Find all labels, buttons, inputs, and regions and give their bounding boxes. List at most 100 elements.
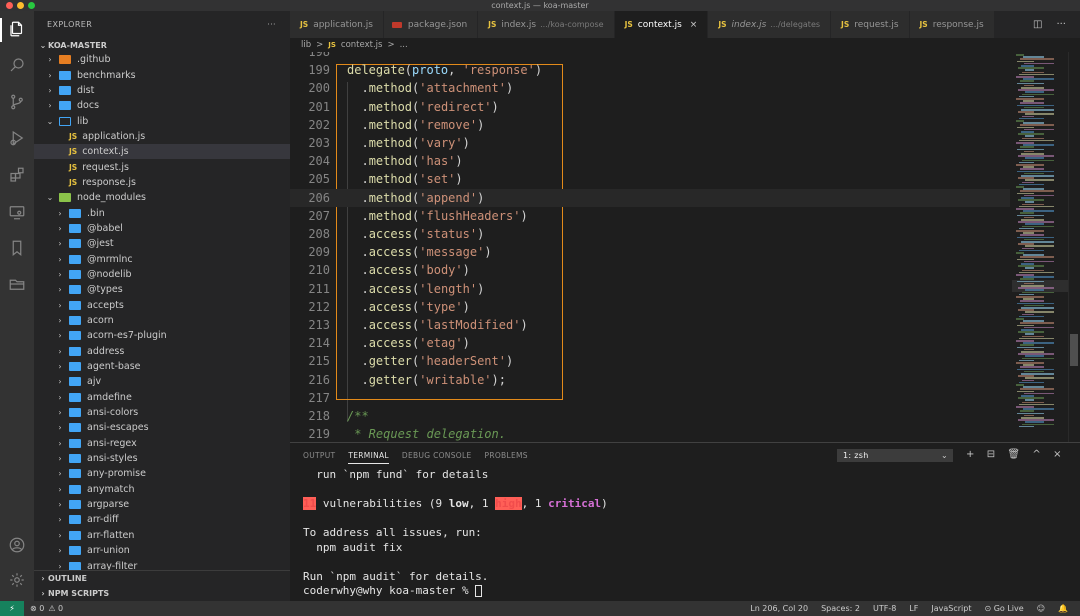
editor-tab[interactable]: JS context.js ×	[614, 11, 709, 38]
code-text: .getter('headerSent')	[347, 354, 513, 368]
scrollbar-thumb[interactable]	[1070, 334, 1078, 366]
tree-item[interactable]: › @jest	[34, 236, 290, 251]
settings-gear-icon[interactable]	[8, 571, 26, 589]
tree-item[interactable]: › .bin	[34, 205, 290, 220]
run-debug-icon[interactable]	[8, 129, 26, 147]
tree-item[interactable]: JS application.js	[34, 129, 290, 144]
tree-item[interactable]: › amdefine	[34, 390, 290, 405]
workspace-root[interactable]: ⌄ KOA-MASTER	[34, 38, 290, 52]
tree-item[interactable]: › ansi-escapes	[34, 420, 290, 435]
code-token: )	[505, 354, 514, 369]
line-number: 212	[308, 299, 330, 314]
remote-explorer-icon[interactable]	[8, 203, 26, 221]
breadcrumb-symbol[interactable]: ...	[400, 40, 408, 50]
editor-tab[interactable]: JS request.js	[831, 11, 910, 38]
code-token: .	[347, 136, 369, 151]
tree-item[interactable]: › benchmarks	[34, 67, 290, 82]
tree-item-label: context.js	[82, 146, 129, 158]
indentation[interactable]: Spaces: 2	[821, 604, 860, 613]
tree-item[interactable]: › ajv	[34, 374, 290, 389]
bookmark-icon[interactable]	[8, 239, 26, 257]
editor-tab[interactable]: JS application.js	[290, 11, 384, 38]
tree-item[interactable]: › address	[34, 344, 290, 359]
chevron-right-icon: ›	[48, 55, 52, 65]
tree-item[interactable]: › agent-base	[34, 359, 290, 374]
tree-item[interactable]: › argparse	[34, 497, 290, 512]
project-manager-icon[interactable]	[8, 275, 26, 293]
terminal-select[interactable]: 1: zsh ⌄	[837, 449, 953, 462]
close-panel-icon[interactable]: ×	[1053, 449, 1062, 460]
end-of-line[interactable]: LF	[909, 604, 918, 613]
kill-terminal-icon[interactable]: 🗑	[1007, 449, 1020, 460]
minimap[interactable]	[1012, 52, 1068, 442]
editor-tab[interactable]: package.json	[383, 11, 479, 38]
terminal-output[interactable]: run `npm fund` for details 11 vulnerabil…	[290, 468, 1080, 599]
tree-item[interactable]: › acorn	[34, 313, 290, 328]
remote-indicator[interactable]: ⚡	[0, 601, 24, 616]
editor-tab[interactable]: JS index.js .../koa-compose	[478, 11, 615, 38]
code-token: method	[368, 117, 413, 132]
tree-item-label: node_modules	[77, 192, 147, 204]
tree-item[interactable]: › arr-flatten	[34, 528, 290, 543]
outline-section[interactable]: › OUTLINE	[34, 571, 290, 586]
split-terminal-icon[interactable]: ⊟	[987, 449, 996, 460]
npm-scripts-section[interactable]: › NPM SCRIPTS	[34, 586, 290, 601]
search-icon[interactable]	[8, 56, 26, 74]
tree-item[interactable]: JS response.js	[34, 175, 290, 190]
tree-item[interactable]: › dist	[34, 83, 290, 98]
code-token: .	[347, 354, 369, 369]
tree-item[interactable]: › ansi-styles	[34, 451, 290, 466]
language-mode[interactable]: JavaScript	[931, 604, 971, 613]
panel-tab-debug-console[interactable]: DEBUG CONSOLE	[402, 451, 472, 460]
tree-item[interactable]: › docs	[34, 98, 290, 113]
tree-item[interactable]: › arr-diff	[34, 512, 290, 527]
source-control-icon[interactable]	[8, 93, 26, 111]
code-token: 'body'	[419, 263, 463, 278]
panel-tab-terminal[interactable]: TERMINAL	[348, 451, 389, 464]
code-token: access	[368, 263, 413, 278]
js-file-icon: JS	[328, 41, 336, 49]
breadcrumb-folder[interactable]: lib	[301, 40, 311, 50]
tree-item[interactable]: › acorn-es7-plugin	[34, 328, 290, 343]
editor-tab[interactable]: JS index.js .../delegates	[708, 11, 832, 38]
files-icon[interactable]	[8, 20, 26, 38]
cursor-position[interactable]: Ln 206, Col 20	[750, 604, 808, 613]
more-actions-icon[interactable]: ···	[267, 20, 276, 29]
tree-item[interactable]: JS request.js	[34, 159, 290, 174]
tree-item[interactable]: › @babel	[34, 221, 290, 236]
tree-item[interactable]: ⌄ node_modules	[34, 190, 290, 205]
code-token: 'length'	[419, 281, 478, 296]
more-actions-icon[interactable]: ···	[1056, 19, 1066, 30]
tree-item[interactable]: › @types	[34, 282, 290, 297]
panel-tab-output[interactable]: OUTPUT	[303, 451, 335, 460]
tree-item[interactable]: › @mrmlnc	[34, 251, 290, 266]
maximize-panel-icon[interactable]: ^	[1032, 449, 1041, 460]
extensions-icon[interactable]	[8, 166, 26, 184]
problems-indicator[interactable]: ⊗ 0 ⚠ 0	[30, 604, 63, 613]
tree-item[interactable]: › accepts	[34, 298, 290, 313]
close-tab-icon[interactable]: ×	[690, 20, 698, 30]
notifications-bell-icon[interactable]: 🔔	[1058, 604, 1068, 613]
tree-item[interactable]: › anymatch	[34, 482, 290, 497]
code-editor[interactable]: 198 199 delegate(proto, 'response') 200 .me…	[290, 52, 1080, 442]
tree-item[interactable]: › arr-union	[34, 543, 290, 558]
split-editor-icon[interactable]: ◫	[1033, 19, 1042, 30]
account-icon[interactable]	[8, 536, 26, 554]
go-live-button[interactable]: ⊙ Go Live	[984, 604, 1023, 613]
tree-item[interactable]: › ansi-colors	[34, 405, 290, 420]
tree-item[interactable]: › ansi-regex	[34, 436, 290, 451]
tree-item[interactable]: › any-promise	[34, 466, 290, 481]
tree-item-label: @babel	[87, 222, 123, 234]
breadcrumb-file[interactable]: context.js	[341, 40, 383, 50]
tree-item[interactable]: › .github	[34, 52, 290, 67]
tree-item[interactable]: › @nodelib	[34, 267, 290, 282]
feedback-icon[interactable]: ☺	[1037, 604, 1045, 613]
panel-tab-problems[interactable]: PROBLEMS	[485, 451, 528, 460]
new-terminal-icon[interactable]: +	[966, 449, 975, 460]
encoding[interactable]: UTF-8	[873, 604, 896, 613]
editor-tab[interactable]: JS response.js	[909, 11, 995, 38]
tree-item[interactable]: JS context.js	[34, 144, 290, 160]
editor-tabs: JS application.js package.json JS index.js..…	[290, 11, 1080, 38]
editor-scrollbar[interactable]	[1068, 52, 1080, 442]
tree-item[interactable]: ⌄ lib	[34, 113, 290, 128]
